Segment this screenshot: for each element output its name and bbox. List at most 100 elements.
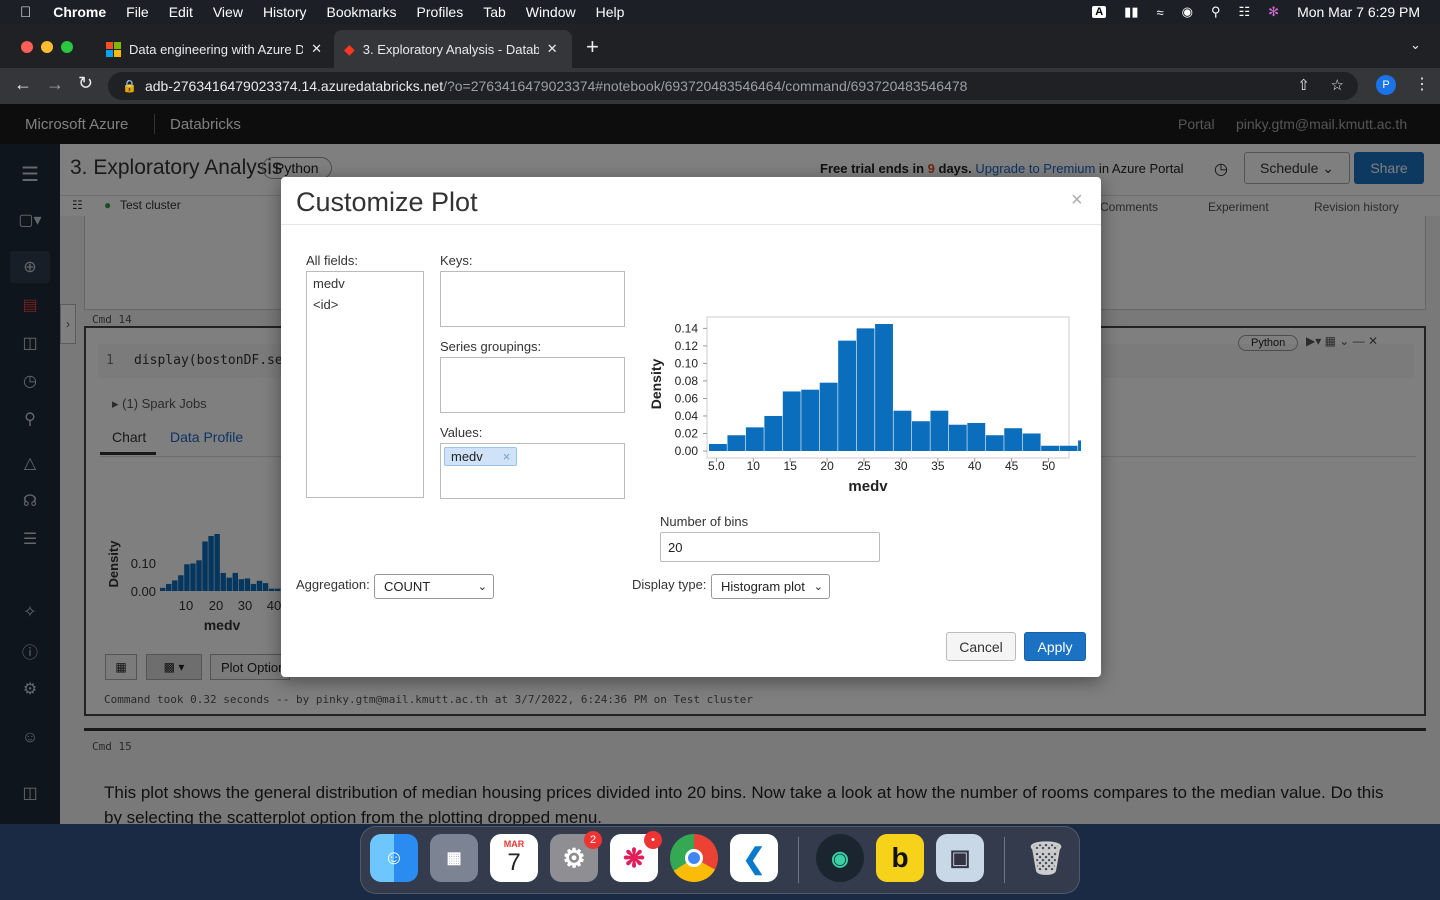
control-center-icon[interactable]: ☷ — [1239, 4, 1251, 20]
histogram-bar[interactable] — [1022, 433, 1041, 451]
number-of-bins-label: Number of bins — [660, 514, 749, 529]
series-groupings-dropzone[interactable] — [440, 357, 625, 413]
zoom-window-button[interactable] — [61, 41, 73, 53]
keys-label: Keys: — [440, 253, 473, 268]
value-chip-label: medv — [451, 449, 483, 464]
browser-tab-azure[interactable]: Data engineering with Azure D ✕ — [96, 30, 332, 68]
number-of-bins-input[interactable]: 20 — [660, 532, 880, 562]
profile-avatar[interactable]: P — [1376, 75, 1396, 95]
remove-chip-icon[interactable]: × — [503, 449, 511, 464]
histogram-bar[interactable] — [709, 443, 727, 451]
y-tick-label: 0.04 — [675, 409, 699, 423]
histogram-bar[interactable] — [1041, 445, 1060, 451]
vscode-icon[interactable]: ❮ — [730, 834, 778, 882]
histogram-bar[interactable] — [727, 435, 746, 451]
histogram-bar[interactable] — [745, 427, 764, 451]
menu-view[interactable]: View — [203, 4, 253, 20]
histogram-bar[interactable] — [911, 421, 930, 451]
notification-badge: • — [644, 831, 662, 849]
display-type-select[interactable]: Histogram plot ⌄ — [711, 574, 830, 599]
cancel-button[interactable]: Cancel — [946, 632, 1016, 661]
back-arrow-icon[interactable]: ← — [14, 74, 32, 95]
histogram-bar[interactable] — [764, 415, 783, 451]
all-fields-list[interactable]: medv <id> — [306, 271, 424, 498]
menu-edit[interactable]: Edit — [159, 4, 203, 20]
bookmark-star-icon[interactable]: ☆ — [1331, 76, 1344, 94]
field-item-id[interactable]: <id> — [313, 297, 338, 312]
apply-button[interactable]: Apply — [1024, 632, 1086, 661]
browser-menu-icon[interactable]: ⋮ — [1414, 74, 1430, 94]
menu-profiles[interactable]: Profiles — [407, 4, 474, 20]
url-path: /?o=2763416479023374#notebook/6937204835… — [443, 78, 968, 94]
menu-history[interactable]: History — [253, 4, 317, 20]
histogram-bar[interactable] — [967, 422, 986, 451]
apple-icon[interactable]:  — [0, 4, 43, 21]
close-tab-icon[interactable]: ✕ — [547, 41, 558, 57]
x-ticks: 5.0 10 15 20 25 30 35 40 45 50 — [708, 458, 1056, 473]
browser-tab-notebook[interactable]: ◆ 3. Exploratory Analysis - Datab ✕ — [334, 30, 572, 68]
y-tick-label: 0.06 — [675, 391, 699, 405]
mac-dock: ☺ ▦ MAR 7 ⚙ 2 ❋ • ❮ ◉ b ▣ 🗑 — [360, 826, 1080, 894]
menu-file[interactable]: File — [116, 4, 159, 20]
menubar-clock[interactable]: Mon Mar 7 6:29 PM — [1297, 4, 1420, 20]
chrome-icon[interactable] — [670, 834, 718, 882]
dock-divider — [798, 837, 799, 883]
menu-bookmarks[interactable]: Bookmarks — [317, 4, 407, 20]
address-bar[interactable]: 🔒 adb-2763416479023374.14.azuredatabrick… — [108, 72, 1358, 100]
trash-icon[interactable]: 🗑 — [1022, 834, 1070, 882]
histogram-bar[interactable] — [930, 410, 949, 451]
histogram-bar[interactable] — [875, 324, 893, 451]
user-icon[interactable]: ◉ — [1182, 4, 1193, 20]
histogram-bar[interactable] — [985, 435, 1004, 451]
values-label: Values: — [440, 425, 483, 440]
forward-arrow-icon[interactable]: → — [46, 74, 64, 95]
preview-icon[interactable]: ▣ — [936, 834, 984, 882]
series-groupings-label: Series groupings: — [440, 339, 542, 354]
y-ticks: 0.00 0.02 0.04 0.06 0.08 0.10 0.12 0.14 — [675, 321, 707, 458]
siri-icon[interactable]: ✻ — [1268, 4, 1279, 20]
minimize-window-button[interactable] — [41, 41, 53, 53]
url-host: adb-2763416479023374.14.azuredatabricks.… — [144, 78, 444, 94]
histogram-bar[interactable] — [1059, 445, 1078, 451]
menubar-app-name[interactable]: Chrome — [43, 4, 116, 20]
menu-window[interactable]: Window — [516, 4, 586, 20]
spotlight-search-icon[interactable]: ⚲ — [1211, 4, 1221, 20]
histogram-bar[interactable] — [819, 382, 838, 451]
histogram-bar[interactable] — [1004, 428, 1023, 451]
y-tick-label: 0.02 — [675, 426, 699, 440]
launchpad-icon[interactable]: ▦ — [430, 834, 478, 882]
browser-toolbar: ← → ↻ 🔒 adb-2763416479023374.14.azuredat… — [0, 68, 1440, 104]
field-item-medv[interactable]: medv — [313, 276, 345, 291]
aggregation-select[interactable]: COUNT ⌄ — [374, 574, 494, 599]
mac-menubar:  Chrome File Edit View History Bookmark… — [0, 0, 1440, 24]
battery-icon[interactable]: ▮▮ — [1124, 4, 1138, 20]
gitkraken-icon[interactable]: ◉ — [816, 834, 864, 882]
finder-icon[interactable]: ☺ — [370, 834, 418, 882]
values-dropzone[interactable]: medv × — [440, 443, 625, 499]
reload-icon[interactable]: ↻ — [78, 73, 93, 94]
y-tick-label: 0.08 — [675, 374, 699, 388]
histogram-bar[interactable] — [838, 340, 857, 451]
share-page-icon[interactable]: ⇧ — [1297, 76, 1310, 94]
new-tab-button[interactable]: + — [586, 34, 599, 60]
bereal-icon[interactable]: b — [876, 834, 924, 882]
value-chip-medv[interactable]: medv × — [444, 447, 518, 466]
keys-dropzone[interactable] — [440, 271, 625, 327]
close-window-button[interactable] — [21, 41, 33, 53]
chevron-down-icon: ⌄ — [813, 581, 823, 593]
wifi-icon[interactable]: ≈ — [1156, 5, 1163, 20]
histogram-bar[interactable] — [893, 410, 912, 451]
notification-badge: 2 — [584, 831, 602, 849]
histogram-bar[interactable] — [801, 389, 820, 451]
histogram-bar[interactable] — [1078, 440, 1081, 451]
calendar-icon[interactable]: MAR 7 — [490, 834, 538, 882]
histogram-bar[interactable] — [782, 391, 801, 451]
close-tab-icon[interactable]: ✕ — [311, 41, 322, 57]
menu-tab[interactable]: Tab — [473, 4, 516, 20]
close-dialog-button[interactable]: × — [1071, 189, 1083, 212]
histogram-bar[interactable] — [948, 424, 967, 451]
histogram-bar[interactable] — [856, 328, 875, 451]
tab-search-chevron-icon[interactable]: ⌄ — [1410, 37, 1421, 53]
menu-help[interactable]: Help — [586, 4, 635, 20]
input-source-icon[interactable]: A — [1092, 6, 1107, 18]
